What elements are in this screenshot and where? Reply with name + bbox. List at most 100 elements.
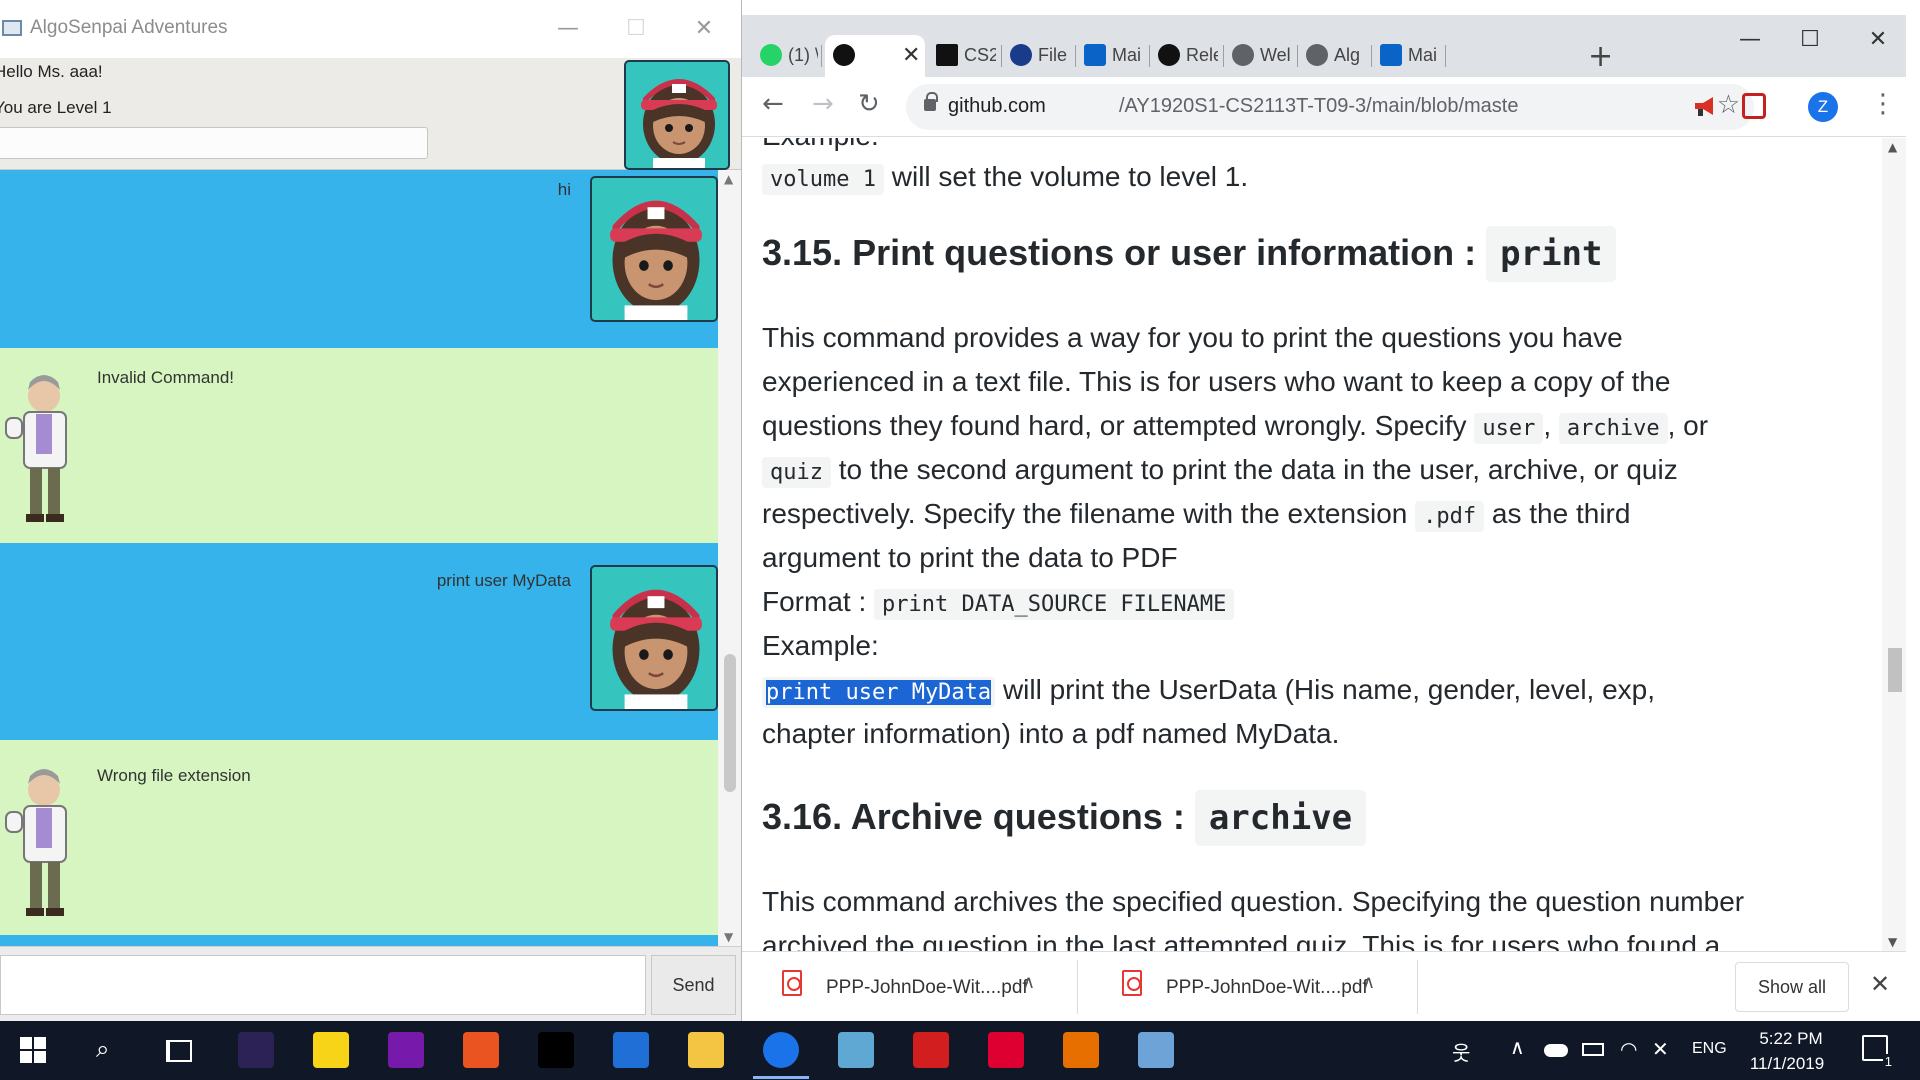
cloud-icon[interactable] [1544, 1044, 1568, 1057]
close-icon[interactable]: ✕ [679, 10, 729, 48]
left-title-bar[interactable]: AlgoSenpai Adventures — ☐ ✕ [0, 0, 741, 58]
paragraph-line: quiz to the second argument to print the… [762, 448, 1678, 495]
github-icon [833, 44, 855, 66]
tab-outlook-2[interactable]: Mai [1372, 35, 1446, 77]
paragraph-line: This command provides a way for you to p… [762, 322, 1623, 353]
selected-text[interactable]: print user MyData [766, 680, 992, 705]
professor-avatar [0, 762, 80, 922]
close-icon[interactable]: ✕ [1853, 21, 1903, 59]
chevron-up-icon[interactable]: ∧ [1510, 1035, 1525, 1059]
chat-scrollbar[interactable]: ▲ ▼ [718, 170, 741, 946]
page-scrollbar[interactable]: ▲ ▼ [1882, 138, 1906, 951]
megaphone-extension-icon[interactable] [1693, 94, 1719, 118]
download-item[interactable]: PPP-JohnDoe-Wit....pdf ∧ [1092, 952, 1418, 1021]
download-item[interactable]: PPP-JohnDoe-Wit....pdf ∧ [752, 952, 1078, 1021]
chevron-up-icon[interactable]: ∧ [1022, 972, 1035, 993]
scroll-up-icon[interactable]: ▲ [1888, 140, 1897, 154]
new-tab-button[interactable]: + [1588, 39, 1613, 74]
section-3-15-heading: 3.15. Print questions or user informatio… [762, 226, 1617, 282]
acrobat-icon[interactable] [913, 1032, 949, 1068]
minimize-icon[interactable]: — [543, 10, 593, 48]
download-filename: PPP-JohnDoe-Wit....pdf [1166, 977, 1368, 998]
java-icon[interactable] [1063, 1032, 1099, 1068]
command-input[interactable] [0, 955, 646, 1015]
tab-whatsapp[interactable]: (1) \ [752, 35, 822, 77]
clock-date[interactable]: 11/1/2019 [1742, 1054, 1832, 1074]
outlook-icon [1380, 44, 1402, 66]
chrome-icon[interactable] [753, 1032, 809, 1079]
terminal-icon[interactable] [538, 1032, 574, 1068]
reload-icon[interactable]: ↻ [858, 89, 880, 119]
pdf-file-icon [1122, 970, 1142, 996]
tab-algo[interactable]: Alg [1298, 35, 1372, 77]
onenote-icon[interactable] [388, 1032, 424, 1068]
professor-avatar [0, 368, 80, 528]
back-icon[interactable]: ← [762, 89, 784, 119]
scroll-thumb[interactable] [1888, 648, 1902, 692]
inline-code: quiz [762, 457, 831, 488]
tab-github-releases[interactable]: Rele [1150, 35, 1224, 77]
bookmark-star-icon[interactable]: ☆ [1717, 90, 1740, 120]
tab-welcome[interactable]: Wel [1224, 35, 1298, 77]
intellij-icon[interactable] [613, 1032, 649, 1068]
clock-time[interactable]: 5:22 PM [1756, 1029, 1826, 1049]
file-explorer-icon[interactable] [688, 1032, 724, 1068]
tab-cs2[interactable]: CS2 [928, 35, 1002, 77]
chevron-up-icon[interactable]: ∧ [1362, 972, 1375, 993]
graduation-cap-icon [936, 44, 958, 66]
windows-taskbar: ⌕ 웃 ∧ ◠ ✕ ENG 5:22 PM 11/1/2019 1 [0, 1021, 1920, 1080]
maximize-icon[interactable]: ☐ [611, 10, 661, 48]
paragraph-line: argument to print the data to PDF [762, 542, 1178, 573]
notification-icon[interactable]: 1 [1862, 1035, 1894, 1069]
address-bar[interactable]: github.com /AY1920S1-CS2113T-T09-3/main/… [906, 84, 1754, 130]
tab-close-icon[interactable]: ✕ [902, 43, 920, 68]
paragraph-line: experienced in a text file. This is for … [762, 366, 1671, 397]
tab-outlook-1[interactable]: Mai [1076, 35, 1150, 77]
inline-code: print user MyData [762, 677, 996, 708]
scroll-down-icon[interactable]: ▼ [724, 930, 733, 944]
scroll-down-icon[interactable]: ▼ [1888, 935, 1897, 949]
input-language[interactable]: ENG [1692, 1040, 1727, 1058]
profile-avatar[interactable]: Z [1808, 92, 1838, 122]
search-icon[interactable]: ⌕ [96, 1035, 109, 1063]
battery-icon[interactable] [1582, 1043, 1604, 1056]
paragraph-line: questions they found hard, or attempted … [762, 404, 1708, 451]
menu-kebab-icon[interactable]: ⋮ [1870, 89, 1896, 119]
forward-icon[interactable]: → [812, 89, 834, 119]
volume-example-line: volume 1 will set the volume to level 1. [762, 155, 1248, 202]
speaker-muted-icon[interactable]: ✕ [1652, 1037, 1669, 1061]
pocket-extension-icon[interactable] [1742, 93, 1766, 119]
tab-file[interactable]: File [1002, 35, 1076, 77]
scroll-up-icon[interactable]: ▲ [724, 172, 733, 186]
wifi-icon[interactable]: ◠ [1620, 1037, 1637, 1061]
send-button[interactable]: Send [651, 955, 736, 1015]
chat-dialog-list[interactable]: hi Invalid Command! print user MyData Wr… [0, 170, 718, 946]
show-all-button[interactable]: Show all [1735, 962, 1849, 1012]
close-icon[interactable]: ✕ [1870, 970, 1890, 998]
windows-start-icon[interactable] [20, 1037, 46, 1063]
tab-strip: (1) \ ✕ CS2 File Mai Rele [742, 15, 1906, 77]
eclipse-icon[interactable] [238, 1032, 274, 1068]
notification-count: 1 [1882, 1054, 1894, 1069]
people-icon[interactable]: 웃 [1452, 1037, 1470, 1066]
message-text: hi [557, 180, 571, 199]
task-view-icon[interactable] [166, 1040, 192, 1062]
player-avatar [624, 60, 730, 170]
scroll-thumb[interactable] [724, 654, 736, 792]
player-avatar [590, 176, 718, 322]
input-bar: Send [0, 946, 741, 1021]
bot-message: Invalid Command! [0, 348, 718, 543]
sticky-notes-icon[interactable] [313, 1032, 349, 1068]
minimize-icon[interactable]: — [1725, 21, 1775, 59]
maximize-icon[interactable]: ☐ [1785, 21, 1835, 59]
level-text: You are Level 1 [0, 98, 112, 117]
section-3-16-heading: 3.16. Archive questions : archive [762, 790, 1367, 846]
angular-icon[interactable] [988, 1032, 1024, 1068]
greeting-text: Hello Ms. aaa! [0, 62, 103, 81]
teams-dots-icon [1010, 44, 1032, 66]
notepad-icon[interactable] [838, 1032, 874, 1068]
ubuntu-icon[interactable] [463, 1032, 499, 1068]
paint-icon[interactable] [1138, 1032, 1174, 1068]
window-title: AlgoSenpai Adventures [30, 17, 228, 38]
inline-code: .pdf [1415, 501, 1485, 532]
